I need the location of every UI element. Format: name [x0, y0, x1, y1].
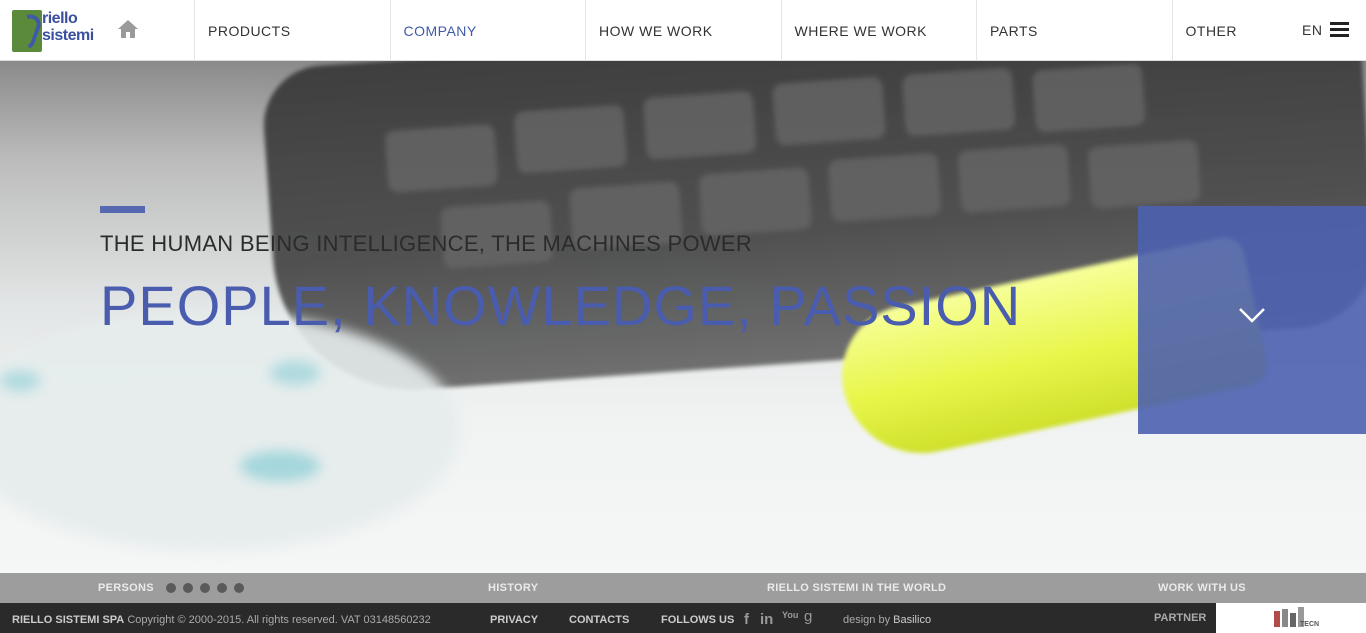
logo-mark-icon [12, 10, 42, 52]
partner-logo-box[interactable]: TECN [1216, 603, 1366, 633]
home-icon[interactable] [117, 19, 139, 39]
nav-label: COMPANY [403, 22, 477, 39]
main-nav: PRODUCTS COMPANY HOW WE WORK WHERE WE WO… [194, 0, 1366, 61]
slide-dot[interactable] [217, 583, 227, 593]
nav-item-where-we-work[interactable]: WHERE WE WORK [780, 0, 977, 61]
subnav-history[interactable]: HISTORY [488, 582, 538, 594]
footer-privacy-link[interactable]: PRIVACY [490, 614, 538, 626]
slide-dots [166, 583, 244, 593]
footer-copyright: RIELLO SISTEMI SPA Copyright © 2000-2015… [12, 614, 431, 626]
hero-banner: THE HUMAN BEING INTELLIGENCE, THE MACHIN… [0, 61, 1366, 573]
youtube-icon[interactable]: You [782, 610, 798, 620]
chevron-down-icon [1239, 308, 1265, 323]
subnav-world[interactable]: RIELLO SISTEMI IN THE WORLD [767, 582, 946, 594]
language-selector[interactable]: EN [1302, 22, 1322, 38]
logo-line2: sistemi [42, 27, 94, 44]
logo-line1: riello [42, 10, 78, 27]
footer-company: RIELLO SISTEMI SPA [12, 614, 125, 626]
logo-text: riello sistemi [42, 10, 94, 44]
hero-subtitle: THE HUMAN BEING INTELLIGENCE, THE MACHIN… [100, 231, 753, 256]
nav-label: HOW WE WORK [599, 22, 713, 39]
partner-label: PARTNER [1154, 612, 1207, 624]
nav-label: PARTS [990, 22, 1038, 39]
partner-logo-text: TECN [1300, 621, 1320, 628]
subnav-persons[interactable]: PERSONS [98, 582, 154, 594]
subnav-work-with-us[interactable]: WORK WITH US [1158, 582, 1246, 594]
nav-item-parts[interactable]: PARTS [976, 0, 1172, 61]
slide-dot[interactable] [183, 583, 193, 593]
footer-copyright-text: Copyright © 2000-2015. All rights reserv… [127, 614, 431, 626]
linkedin-icon[interactable]: in [760, 611, 773, 628]
site-footer: RIELLO SISTEMI SPA Copyright © 2000-2015… [0, 603, 1366, 633]
hamburger-menu-icon[interactable] [1330, 22, 1350, 38]
footer-contacts-link[interactable]: CONTACTS [569, 614, 629, 626]
scroll-down-button[interactable] [1138, 206, 1366, 434]
hero-title: PEOPLE, KNOWLEDGE, PASSION [100, 274, 1022, 337]
nav-label: OTHER [1185, 22, 1237, 39]
slide-dot[interactable] [234, 583, 244, 593]
googleplus-icon[interactable]: g [804, 608, 812, 625]
nav-item-company[interactable]: COMPANY [389, 0, 586, 61]
site-header: riello sistemi PRODUCTS COMPANY HOW WE W… [0, 0, 1366, 61]
slide-dot[interactable] [200, 583, 210, 593]
nav-label: WHERE WE WORK [794, 22, 927, 39]
design-prefix: design by [843, 614, 891, 626]
section-subnav: PERSONS HISTORY RIELLO SISTEMI IN THE WO… [0, 573, 1366, 603]
footer-follow-label: FOLLOWS US [661, 614, 735, 626]
nav-item-products[interactable]: PRODUCTS [194, 0, 390, 61]
footer-design-credit: design by Basilico [843, 614, 931, 626]
design-by-link[interactable]: Basilico [893, 614, 931, 626]
slide-dot[interactable] [166, 583, 176, 593]
nav-label: PRODUCTS [208, 22, 291, 39]
nav-item-how-we-work[interactable]: HOW WE WORK [585, 0, 781, 61]
riello-sistemi-logo[interactable]: riello sistemi [12, 10, 106, 54]
facebook-icon[interactable]: f [744, 611, 749, 628]
accent-bar [100, 206, 145, 213]
